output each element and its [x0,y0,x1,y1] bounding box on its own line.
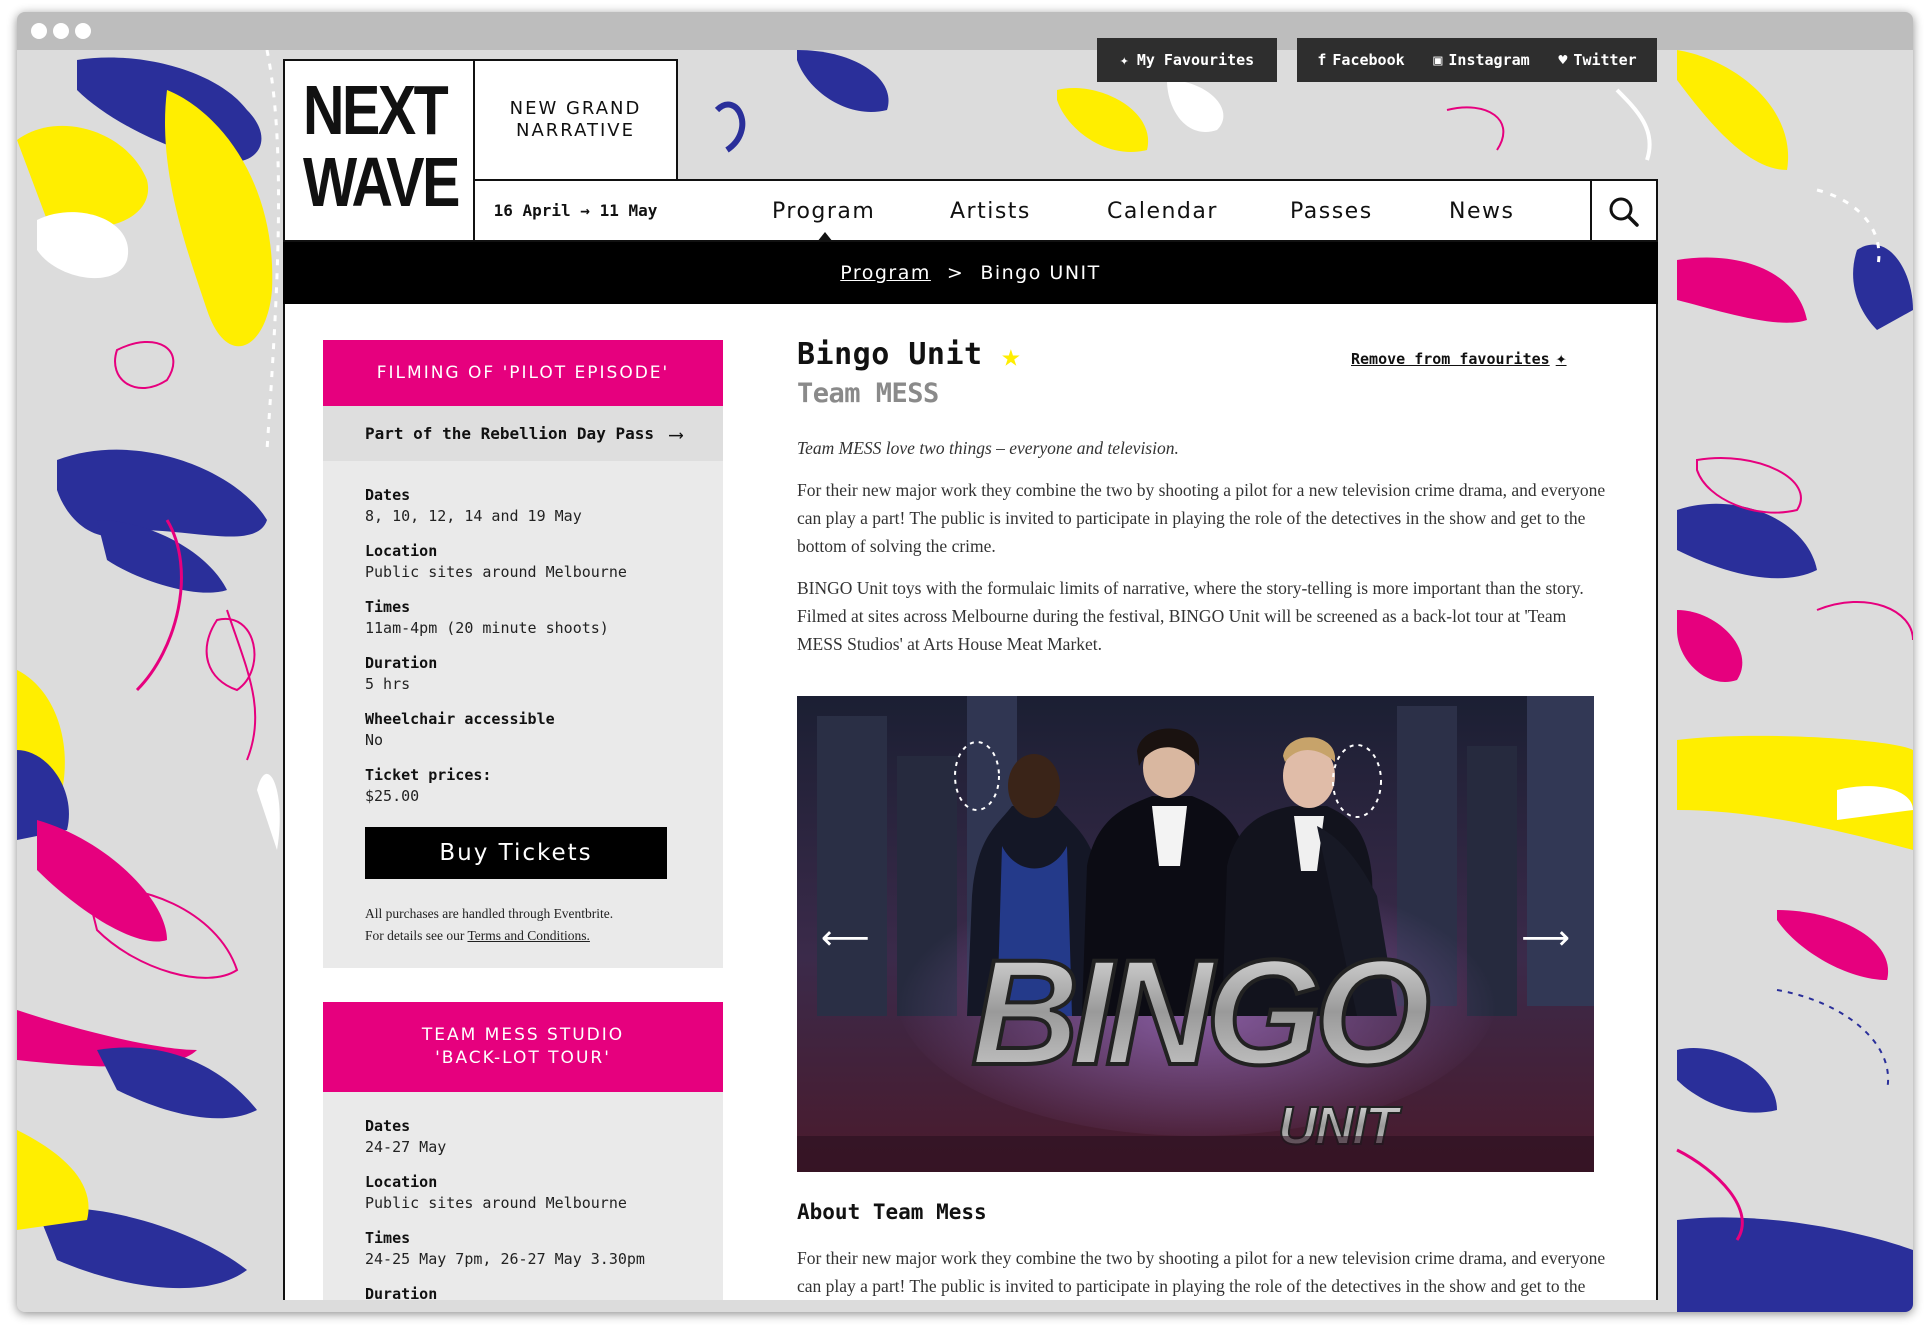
window-dot [75,23,91,39]
breadcrumb-program-link[interactable]: Program [840,262,931,284]
session-card-heading: FILMING OF 'PILOT EPISODE' [323,340,723,406]
active-nav-indicator [817,232,833,242]
field-label: Duration [365,654,438,672]
breadcrumb-separator: > [946,262,965,284]
tagline-line-1: NEW GRAND [509,98,642,119]
day-pass-label: Part of the Rebellion Day Pass [365,424,654,443]
purchase-note: All purchases are handled through Eventb… [365,903,723,947]
search-button[interactable] [1590,181,1656,242]
logo-line-2: WAVE [303,143,460,221]
field-label: Location [365,1173,438,1191]
my-favourites-button[interactable]: ✦ My Favourites [1097,38,1277,82]
event-description: For their new major work they combine th… [797,480,1606,556]
terms-link[interactable]: Terms and Conditions. [467,928,589,943]
festival-tagline: NEW GRAND NARRATIVE [473,59,678,181]
info-field: Dates 8, 10, 12, 14 and 19 May [323,485,723,527]
instagram-icon: ▣ [1433,51,1443,69]
field-label: Duration [365,1285,438,1300]
field-value: 24-25 May 7pm, 26-27 May 3.30pm [365,1250,645,1268]
main-navigation: Program Artists Calendar Passes News [676,179,1658,242]
field-label: Location [365,542,438,560]
search-icon [1609,197,1639,227]
tagline-line-2: NARRATIVE [516,120,635,141]
info-field: Times 11am-4pm (20 minute shoots) [323,597,723,639]
facebook-label: Facebook [1332,51,1405,69]
my-favourites-label: My Favourites [1136,51,1255,69]
info-field: Ticket prices: $25.00 [323,765,723,807]
favourite-star-icon: ★ [1001,336,1021,374]
twitter-label: Twitter [1573,51,1637,69]
bingo-logo-text: BINGO [971,928,1429,1096]
instagram-label: Instagram [1448,51,1530,69]
nav-item-artists[interactable]: Artists [950,199,1031,224]
logo-line-1: NEXT [303,71,449,149]
event-title-text: Bingo Unit [797,337,983,372]
twitter-link[interactable]: ♥ Twitter [1558,51,1636,69]
event-artist: Team MESS [797,378,939,409]
nav-item-program[interactable]: Program [772,199,875,224]
info-field: Location Public sites around Melbourne [323,1172,723,1214]
field-label: Dates [365,1117,411,1135]
purchase-note-line-2: For details see our [365,928,468,943]
about-heading: About Team Mess [797,1200,987,1224]
info-field: Duration 5 hrs [323,653,723,695]
field-value: Public sites around Melbourne [365,563,627,581]
session-heading-line-2: 'BACK-LOT TOUR' [435,1048,611,1068]
main-content-panel: FILMING OF 'PILOT EPISODE' Part of the R… [283,304,1658,1300]
event-promo-image: BINGO UNIT [797,696,1594,1172]
breadcrumb: Program > Bingo UNIT [283,242,1658,304]
field-value: No [365,731,384,749]
session-card: TEAM MESS STUDIO 'BACK-LOT TOUR' Dates 24-… [323,1002,723,1300]
field-value: $25.00 [365,787,420,805]
image-gallery: BINGO UNIT ⟵ ⟶ [797,696,1594,1172]
facebook-icon: f [1317,51,1327,69]
site-logo[interactable]: NEXT WAVE [283,59,475,242]
info-field: Times 24-25 May 7pm, 26-27 May 3.30pm [323,1228,723,1270]
info-field: Wheelchair accessible No [323,709,723,751]
star-icon: ✦ [1555,348,1567,369]
field-label: Dates [365,486,411,504]
field-label: Wheelchair accessible [365,710,555,728]
buy-tickets-button[interactable]: Buy Tickets [365,827,667,879]
event-description: BINGO Unit toys with the formulaic limit… [797,578,1584,654]
nav-item-calendar[interactable]: Calendar [1107,199,1218,224]
day-pass-link[interactable]: Part of the Rebellion Day Pass ⟶ [323,406,723,461]
field-label: Ticket prices: [365,766,492,784]
star-icon: ✦ [1119,51,1129,69]
field-value: 5 hrs [365,675,411,693]
twitter-icon: ♥ [1558,51,1568,69]
info-field: Dates 24-27 May [323,1116,723,1158]
social-links-bar: f Facebook ▣ Instagram ♥ Twitter [1297,38,1657,82]
field-value: 24-27 May [365,1138,447,1156]
instagram-link[interactable]: ▣ Instagram [1433,51,1529,69]
window-dot [53,23,69,39]
window-dot [31,23,47,39]
field-value: 11am-4pm (20 minute shoots) [365,619,609,637]
field-label: Times [365,598,411,616]
arrow-right-icon: ⟶ [669,421,683,446]
gallery-next-arrow-icon[interactable]: ⟶ [1521,918,1570,958]
session-card-heading: TEAM MESS STUDIO 'BACK-LOT TOUR' [323,1002,723,1092]
remove-favourites-label: Remove from favourites [1351,349,1550,368]
nav-item-passes[interactable]: Passes [1290,199,1373,224]
remove-favourites-link[interactable]: Remove from favourites ✦ [1351,348,1567,369]
purchase-note-line-1: All purchases are handled through Eventb… [365,906,614,921]
field-label: Times [365,1229,411,1247]
field-value: 8, 10, 12, 14 and 19 May [365,507,582,525]
facebook-link[interactable]: f Facebook [1317,51,1404,69]
festival-dates: 16 April → 11 May [473,179,678,242]
breadcrumb-current: Bingo UNIT [980,262,1101,284]
info-field: Duration [323,1284,723,1300]
gallery-prev-arrow-icon[interactable]: ⟵ [821,918,870,958]
event-title: Bingo Unit ★ [797,336,1021,374]
session-card: FILMING OF 'PILOT EPISODE' Part of the R… [323,340,723,968]
nav-item-news[interactable]: News [1449,199,1514,224]
field-value: Public sites around Melbourne [365,1194,627,1212]
session-heading-line-1: TEAM MESS STUDIO [421,1025,625,1045]
about-description: For their new major work they combine th… [797,1248,1606,1296]
event-intro: Team MESS love two things – everyone and… [797,438,1179,458]
info-field: Location Public sites around Melbourne [323,541,723,583]
